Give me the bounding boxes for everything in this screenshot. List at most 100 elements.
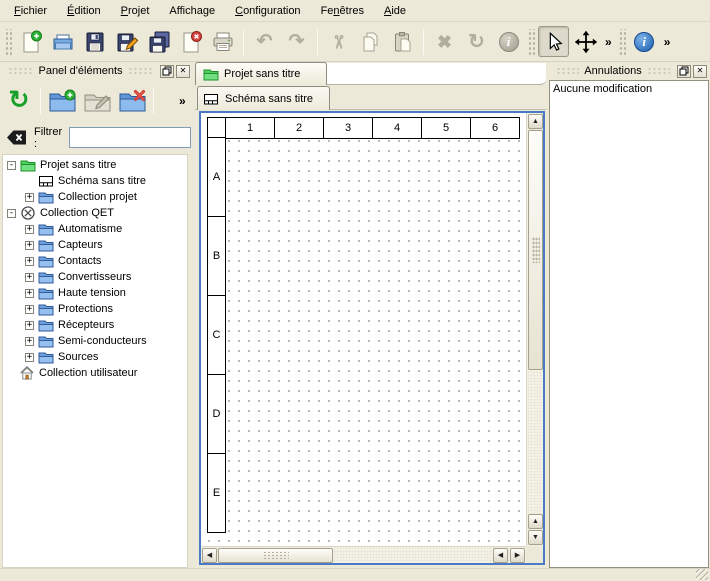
paste-button[interactable] [387,26,418,57]
redo-button[interactable]: ↷ [281,26,312,57]
close-document-button[interactable] [175,26,206,57]
scroll-down-button[interactable]: ▼ [528,530,543,545]
menu-label: ichier [21,5,47,17]
delete-category-button[interactable] [117,86,147,116]
new-category-button[interactable] [47,86,77,116]
expand-expander-icon[interactable]: + [25,241,34,250]
tree-item-schema-sans-titre[interactable]: Schéma sans titre [3,173,187,189]
expand-expander-icon[interactable]: + [25,193,34,202]
menu-label: Afficha [169,5,202,17]
blue-folder-icon [38,253,54,269]
expand-expander-icon[interactable]: + [25,273,34,282]
expand-expander-icon[interactable]: + [25,289,34,298]
tree-item-contacts[interactable]: + Contacts [3,253,187,269]
menu-projet[interactable]: Projet [111,2,160,20]
undo-button[interactable]: ↶ [249,26,280,57]
menu-aide[interactable]: Aide [374,2,416,20]
save-button[interactable] [79,26,110,57]
toolbar-handle[interactable] [527,29,535,55]
filter-input[interactable] [69,127,191,148]
tree-item-sources[interactable]: + Sources [3,349,187,365]
tree-item-collection-projet[interactable]: + Collection projet [3,189,187,205]
tree-item-protections[interactable]: + Protections [3,301,187,317]
expand-expander-icon[interactable]: + [25,305,34,314]
toolbar-overflow-button[interactable]: » [661,35,674,49]
expand-expander-icon[interactable]: + [25,337,34,346]
scroll-up-button[interactable]: ▲ [528,114,543,129]
clear-filter-icon[interactable] [6,129,27,146]
toolbar-handle[interactable] [4,29,12,55]
tab-projet-sans-titre[interactable]: Projet sans titre [195,62,327,85]
float-panel-button[interactable] [160,65,174,78]
corner-cell [207,117,226,139]
new-document-button[interactable] [15,26,46,57]
element-info-button[interactable]: i [493,26,524,57]
collapse-expander-icon[interactable]: - [7,161,16,170]
vertical-scroll-thumb[interactable] [528,130,543,370]
vertical-scrollbar[interactable]: ▲ ▲ ▼ [526,113,543,546]
undo-list-item[interactable]: Aucune modification [550,81,708,97]
save-icon [83,30,107,54]
tree-item-semi-conducteurs[interactable]: + Semi-conducteurs [3,333,187,349]
open-button[interactable] [47,26,78,57]
cut-button[interactable]: ✂ [323,26,354,57]
rotate-button[interactable]: ↻ [461,26,492,57]
diagram-canvas[interactable]: 1 2 3 4 5 6 A B C D E [201,113,526,546]
toolbar-overflow-button[interactable]: » [602,35,615,49]
save-all-button[interactable] [143,26,174,57]
qelectrotech-window: Fichier Édition Projet Affichage Configu… [0,0,710,581]
tree-item-collection-qet[interactable]: - Collection QET [3,205,187,221]
menu-fenetres[interactable]: Fenêtres [311,2,374,20]
close-panel-button[interactable]: ✕ [693,65,707,78]
expand-expander-icon[interactable]: + [25,321,34,330]
undo-panel-titlebar: Annulations ✕ [548,62,710,80]
menu-affichage[interactable]: Affichage [159,2,225,20]
scroll-left-button[interactable]: ◀ [493,548,508,563]
print-button[interactable] [207,26,238,57]
close-panel-button[interactable]: ✕ [176,65,190,78]
up-arrow-icon: ▲ [532,118,539,125]
tree-item-collection-utilisateur[interactable]: Collection utilisateur [3,365,187,381]
dock-texture [128,67,153,76]
diagram-view[interactable]: 1 2 3 4 5 6 A B C D E ▲ [199,111,545,565]
expand-expander-icon[interactable]: + [25,225,34,234]
save-as-button[interactable] [111,26,142,57]
scroll-up-button[interactable]: ▲ [528,514,543,529]
collections-toolbar-overflow[interactable]: » [176,94,189,108]
tree-item-automatisme[interactable]: + Automatisme [3,221,187,237]
status-bar [0,568,710,581]
select-tool-button[interactable] [538,26,569,57]
tab-schema-sans-titre[interactable]: Schéma sans titre [197,86,330,110]
expand-expander-icon[interactable]: + [25,257,34,266]
float-panel-button[interactable] [677,65,691,78]
menu-edition[interactable]: Édition [57,2,111,20]
collapse-expander-icon[interactable]: - [7,209,16,218]
select-arrow-icon [543,31,565,53]
tree-item-convertisseurs[interactable]: + Convertisseurs [3,269,187,285]
resize-grip[interactable] [696,569,708,580]
redo-icon: ↷ [289,32,305,51]
tree-item-recepteurs[interactable]: + Récepteurs [3,317,187,333]
move-icon [574,30,598,54]
menu-configuration[interactable]: Configuration [225,2,310,20]
tree-item-label: Récepteurs [58,319,114,331]
scroll-left-button[interactable]: ◀ [202,548,217,563]
horizontal-scrollbar[interactable]: ◀ ◀ ▶ [201,546,526,563]
tree-item-projet-sans-titre[interactable]: - Projet sans titre [3,157,187,173]
blue-folder-icon [38,285,54,301]
expand-expander-icon[interactable]: + [25,353,34,362]
float-icon [679,66,689,76]
delete-button[interactable]: ✖ [429,26,460,57]
tree-item-capteurs[interactable]: + Capteurs [3,237,187,253]
tree-item-haute-tension[interactable]: + Haute tension [3,285,187,301]
edit-category-button[interactable] [82,86,112,116]
reload-collections-button[interactable]: ↻ [4,86,34,116]
move-tool-button[interactable] [570,26,601,57]
scroll-right-button[interactable]: ▶ [510,548,525,563]
left-arrow-icon: ◀ [207,551,212,559]
copy-button[interactable] [355,26,386,57]
horizontal-scroll-thumb[interactable] [218,548,333,563]
toolbar-handle[interactable] [618,29,626,55]
menu-fichier[interactable]: Fichier [4,2,57,20]
about-info-button[interactable]: i [629,26,660,57]
